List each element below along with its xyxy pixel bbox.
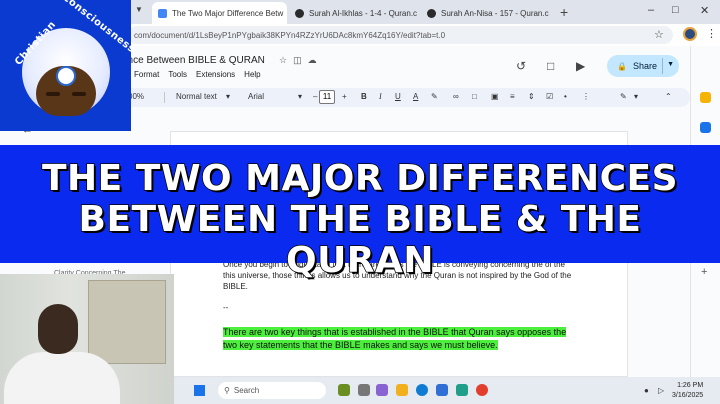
toolbar-divider (164, 92, 165, 103)
close-tab-icon[interactable]: × (417, 8, 419, 18)
bold-icon[interactable]: B (361, 92, 367, 101)
taskbar-search[interactable]: ⚲ Search (218, 382, 326, 399)
banner-line-1: THE TWO MAJOR DIFFERENCES (41, 157, 679, 200)
webcam-presenter-head (38, 304, 78, 354)
app-icon[interactable] (456, 384, 468, 396)
tab-title: Surah Al-Ikhlas - 1-4 - Quran.c (309, 8, 418, 18)
text-color-icon[interactable]: A (413, 92, 418, 101)
highlighted-paragraph[interactable]: There are two key things that is establi… (223, 326, 568, 352)
windows-taskbar: ⚲ Search ● ▷ 1:26 PM 3/16/2025 (174, 377, 720, 404)
italic-icon[interactable]: I (379, 92, 382, 101)
link-icon[interactable]: ∞ (453, 92, 459, 101)
browser-menu-icon[interactable]: ⋮ (706, 27, 717, 40)
webcam-wall-poster (88, 280, 166, 364)
align-icon[interactable]: ≡ (510, 92, 515, 101)
taskbar-search-label: Search (233, 386, 260, 395)
bookmark-star-icon[interactable]: ☆ (654, 28, 664, 41)
close-tab-icon[interactable]: × (549, 8, 553, 18)
decrease-font-size-icon[interactable]: – (313, 92, 317, 101)
quran-favicon-icon (427, 8, 436, 18)
menu-extensions[interactable]: Extensions (196, 70, 235, 79)
wifi-icon[interactable]: ● (644, 386, 649, 395)
browser-tab[interactable]: Surah An-Nisa - 157 - Quran.c × (421, 2, 553, 24)
more-options-icon[interactable]: ⋮ (582, 92, 590, 101)
menu-help[interactable]: Help (244, 70, 260, 79)
formatting-toolbar: 00% Normal text ▾ Arial ▾ – 11 + B I U A… (120, 88, 690, 107)
chevron-down-icon: ▾ (226, 92, 231, 101)
title-icons: ☆◫☁ (279, 55, 323, 66)
edge-icon[interactable] (416, 384, 428, 396)
collapse-toolbar-icon[interactable]: ⌃ (665, 92, 672, 101)
tab-search-dropdown-icon[interactable]: ▼ (135, 5, 143, 14)
channel-logo: Christian Consciousness (0, 0, 137, 131)
highlight-icon[interactable]: ✎ (431, 92, 438, 101)
bullet-list-icon[interactable]: • (564, 92, 567, 101)
star-icon[interactable]: ☆ (279, 55, 293, 65)
quran-favicon-icon (295, 8, 304, 18)
chrome-icon[interactable] (476, 384, 488, 396)
volume-icon[interactable]: ▷ (658, 386, 664, 395)
font-size-input[interactable]: 11 (319, 90, 335, 104)
line-spacing-icon[interactable]: ⇕ (528, 92, 535, 101)
font-select[interactable]: Arial (248, 92, 264, 101)
move-folder-icon[interactable]: ◫ (293, 55, 308, 65)
clock-time: 1:26 PM (677, 382, 704, 389)
version-history-icon[interactable]: ↺ (516, 59, 526, 73)
file-explorer-icon[interactable] (396, 384, 408, 396)
store-icon[interactable] (436, 384, 448, 396)
close-window-icon[interactable]: ✕ (700, 4, 709, 17)
docs-favicon-icon (158, 8, 167, 18)
widget-icon[interactable] (338, 384, 350, 396)
profile-avatar[interactable] (683, 27, 697, 41)
share-button[interactable]: 🔒 Share ▼ (607, 55, 679, 77)
separator-text[interactable]: -- (223, 303, 228, 312)
task-view-icon[interactable] (358, 384, 370, 396)
taskbar-clock[interactable]: 1:26 PM 3/16/2025 (672, 381, 703, 401)
image-icon[interactable]: ▣ (491, 92, 499, 101)
minimize-icon[interactable]: – (648, 4, 654, 16)
share-divider (662, 58, 663, 74)
url-text: com/document/d/1LsBeyP1nPYgbaik38KPYn4RZ… (134, 30, 446, 40)
increase-font-size-icon[interactable]: + (342, 92, 347, 101)
comment-icon[interactable]: □ (472, 92, 477, 101)
webcam-overlay (0, 274, 174, 404)
document-title[interactable]: ence Between BIBLE & QURAN (122, 55, 265, 66)
url-field[interactable]: com/document/d/1LsBeyP1nPYgbaik38KPYn4RZ… (128, 26, 673, 44)
checklist-icon[interactable]: ☑ (546, 92, 553, 101)
new-tab-button[interactable]: + (560, 4, 568, 20)
maximize-icon[interactable]: □ (672, 4, 679, 16)
search-icon: ⚲ (224, 386, 230, 395)
clock-date: 3/16/2025 (672, 392, 704, 399)
banner-headline: THE TWO MAJOR DIFFERENCES BETWEEN THE BI… (0, 157, 720, 282)
close-tab-icon[interactable]: × (283, 8, 287, 18)
chevron-down-icon: ▾ (298, 92, 303, 101)
menu-bar: Format Tools Extensions Help (134, 70, 261, 79)
windows-start-icon[interactable] (194, 385, 205, 396)
highlighted-text: There are two key things that is establi… (223, 327, 567, 350)
copilot-icon[interactable] (376, 384, 388, 396)
meet-video-icon[interactable]: ▶ (576, 59, 585, 73)
lock-icon: 🔒 (617, 61, 627, 71)
menu-tools[interactable]: Tools (168, 70, 187, 79)
tab-title: The Two Major Difference Betw (172, 8, 284, 18)
chevron-down-icon[interactable]: ▼ (667, 61, 674, 68)
browser-tab-active[interactable]: The Two Major Difference Betw × (152, 2, 287, 24)
tab-title: Surah An-Nisa - 157 - Quran.c (441, 8, 549, 18)
paragraph-style-select[interactable]: Normal text (176, 92, 217, 101)
webcam-presenter-shirt (4, 352, 120, 404)
logo-eye (46, 92, 60, 96)
banner-line-2: BETWEEN THE BIBLE & THE QURAN (78, 198, 642, 282)
share-label: Share (632, 61, 657, 71)
browser-tab[interactable]: Surah Al-Ikhlas - 1-4 - Quran.c × (289, 2, 419, 24)
logo-eye (72, 92, 86, 96)
comments-icon[interactable]: □ (547, 59, 554, 73)
cloud-status-icon: ☁ (307, 55, 323, 65)
underline-icon[interactable]: U (395, 92, 401, 101)
menu-format[interactable]: Format (134, 70, 159, 79)
tasks-icon[interactable] (700, 122, 711, 133)
logo-forehead-badge (56, 66, 76, 86)
chevron-down-icon: ▾ (634, 92, 639, 101)
keep-icon[interactable] (700, 92, 711, 103)
editing-mode-icon[interactable]: ✎ (620, 92, 627, 101)
